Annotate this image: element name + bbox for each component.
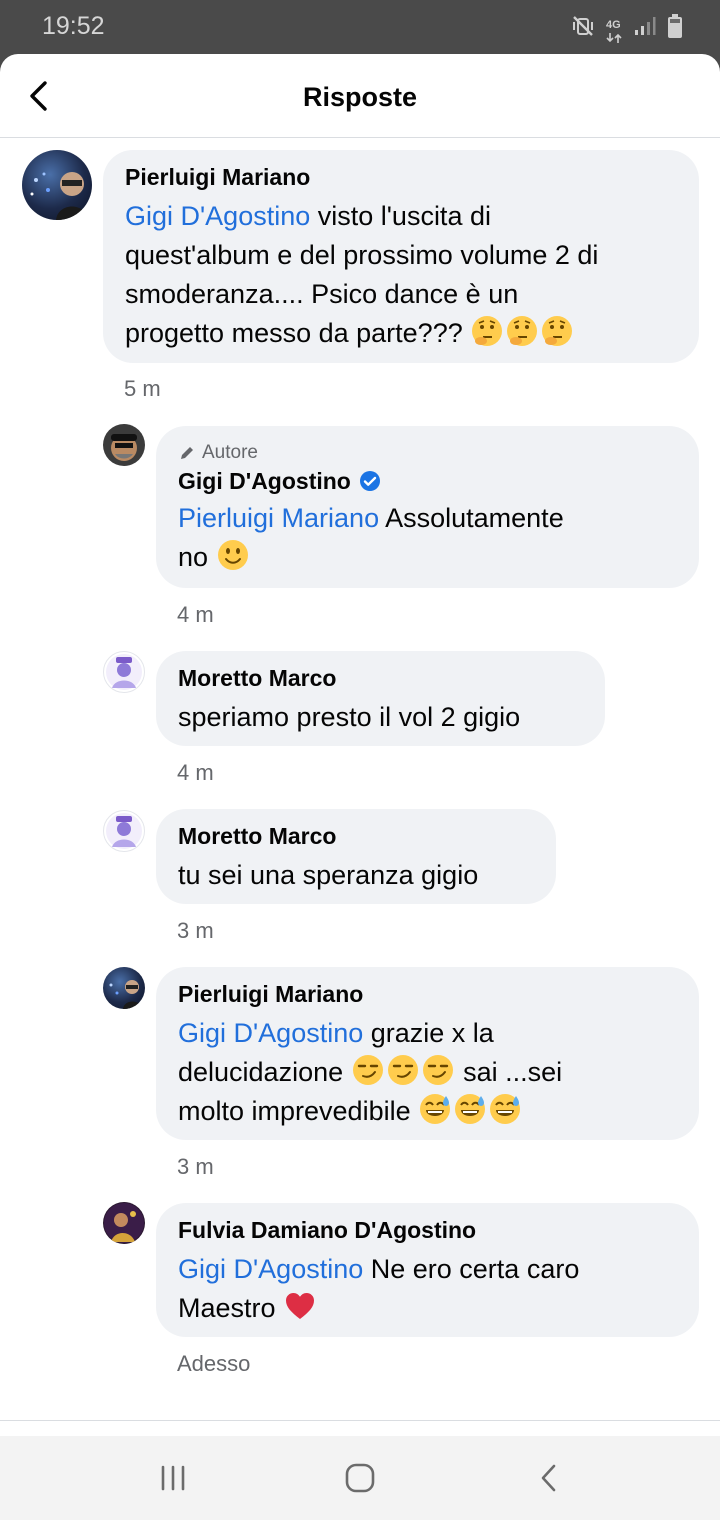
grinning-sweat-face-icon bbox=[455, 1094, 486, 1124]
thinking-face-icon bbox=[507, 316, 538, 346]
comment-text: speriamo presto il vol 2 gigio bbox=[178, 702, 521, 732]
back-nav-button[interactable] bbox=[524, 1458, 572, 1498]
slightly-smiling-face-icon bbox=[217, 540, 248, 570]
comment-text: Gigi D'Agostino grazie x la delucidazion… bbox=[178, 1018, 563, 1126]
battery-icon bbox=[668, 14, 682, 43]
comment-bubble[interactable]: Autore Gigi D'Agostino Pierluigi Mariano… bbox=[156, 426, 699, 588]
avatar[interactable] bbox=[103, 651, 145, 693]
home-icon bbox=[345, 1463, 375, 1493]
grinning-sweat-face-icon bbox=[490, 1094, 521, 1124]
comment-author[interactable]: Pierluigi Mariano bbox=[125, 162, 677, 192]
avatar[interactable] bbox=[103, 1202, 145, 1244]
comment-time: 3 m bbox=[177, 1154, 214, 1179]
comment-bubble[interactable]: Moretto Marco speriamo presto il vol 2 g… bbox=[156, 651, 605, 746]
network-4g-icon: 4G bbox=[606, 15, 622, 43]
thinking-face-icon bbox=[472, 316, 503, 346]
signal-icon bbox=[634, 15, 656, 42]
replies-sheet: Risposte Pierluigi Mariano Gigi D'Agosti… bbox=[0, 54, 720, 1436]
avatar[interactable] bbox=[103, 810, 145, 852]
pencil-icon bbox=[181, 447, 193, 459]
comment-author[interactable]: Moretto Marco bbox=[178, 821, 534, 851]
red-heart-icon bbox=[286, 1293, 315, 1319]
status-bar: 19:52 4G bbox=[0, 0, 720, 54]
mute-vibrate-icon bbox=[572, 15, 594, 42]
comment-text: Gigi D'Agostino Ne ero certa caro Maestr… bbox=[178, 1254, 580, 1323]
comment-author[interactable]: Fulvia Damiano D'Agostino bbox=[178, 1215, 677, 1245]
avatar[interactable] bbox=[103, 967, 145, 1009]
comment-bubble[interactable]: Pierluigi Mariano Gigi D'Agostino visto … bbox=[103, 150, 699, 363]
mention-link[interactable]: Gigi D'Agostino bbox=[178, 1254, 363, 1284]
grinning-sweat-face-icon bbox=[420, 1094, 451, 1124]
smirking-face-icon bbox=[352, 1055, 383, 1085]
back-icon bbox=[541, 1464, 556, 1492]
comment-time: 5 m bbox=[124, 376, 161, 401]
comment-bubble[interactable]: Fulvia Damiano D'Agostino Gigi D'Agostin… bbox=[156, 1203, 699, 1337]
recent-apps-icon bbox=[161, 1465, 185, 1491]
smirking-face-icon bbox=[422, 1055, 453, 1085]
thinking-face-icon bbox=[542, 316, 573, 346]
comment-bubble[interactable]: Pierluigi Mariano Gigi D'Agostino grazie… bbox=[156, 967, 699, 1140]
page-title: Risposte bbox=[302, 82, 418, 112]
mention-link[interactable]: Gigi D'Agostino bbox=[125, 201, 310, 231]
divider bbox=[0, 1420, 720, 1421]
verified-badge-icon bbox=[359, 471, 380, 491]
mention-link[interactable]: Pierluigi Mariano bbox=[178, 503, 379, 533]
avatar[interactable] bbox=[22, 150, 92, 220]
smirking-face-icon bbox=[387, 1055, 418, 1085]
comment-time: 4 m bbox=[177, 760, 214, 785]
status-time: 19:52 bbox=[42, 12, 105, 40]
comment-text: Gigi D'Agostino visto l'uscita di quest'… bbox=[125, 201, 599, 348]
status-icons: 4G bbox=[572, 14, 682, 43]
header: Risposte bbox=[0, 54, 720, 138]
avatar[interactable] bbox=[103, 424, 145, 466]
comment-text: tu sei una speranza gigio bbox=[178, 860, 479, 890]
comment-author[interactable]: Pierluigi Mariano bbox=[178, 979, 677, 1009]
comment-text: Pierluigi Mariano Assolutamente no bbox=[178, 503, 564, 572]
author-badge: Autore bbox=[178, 440, 677, 466]
comment-author[interactable]: Moretto Marco bbox=[178, 663, 583, 693]
comment-bubble[interactable]: Moretto Marco tu sei una speranza gigio bbox=[156, 809, 556, 904]
home-button[interactable] bbox=[336, 1458, 384, 1498]
comment-time: Adesso bbox=[177, 1351, 251, 1376]
comment-author[interactable]: Gigi D'Agostino bbox=[178, 466, 677, 496]
navigation-bar bbox=[0, 1436, 720, 1520]
mention-link[interactable]: Gigi D'Agostino bbox=[178, 1018, 363, 1048]
comment-time: 3 m bbox=[177, 918, 214, 943]
comment-time: 4 m bbox=[177, 602, 214, 627]
recent-apps-button[interactable] bbox=[149, 1458, 197, 1498]
